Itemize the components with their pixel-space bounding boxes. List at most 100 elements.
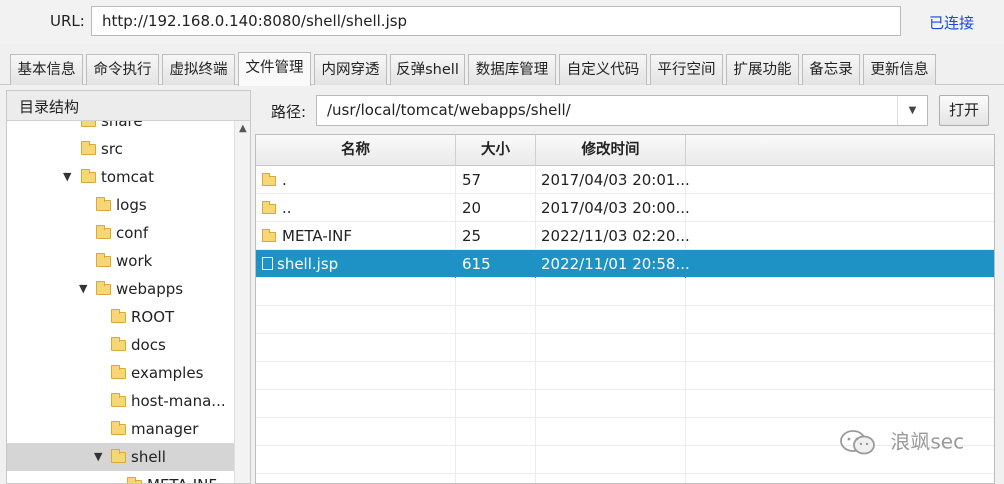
empty-cell [536,362,686,390]
watermark-text: 浪飒sec [890,429,965,454]
empty-cell [456,474,536,483]
empty-row [256,390,994,418]
tree-item-label: webapps [116,280,184,298]
folder-icon [81,169,96,183]
empty-cell [456,418,536,446]
folder-icon [111,421,126,435]
tree-item-meta-inf[interactable]: META-INF [7,471,234,483]
file-name-cell: shell.jsp [256,250,456,278]
tree-scrollbar[interactable]: ▲ [234,121,250,483]
tab-basic-info[interactable]: 基本信息 [10,54,83,85]
url-bar: URL: http://192.168.0.140:8080/shell/she… [0,0,1004,44]
folder-icon [111,337,126,351]
file-mtime: 2022/11/01 20:58... [536,250,690,278]
blank-cell [686,250,994,278]
table-row[interactable]: META-INF 25 2022/11/03 02:20... [256,222,994,250]
connection-status[interactable]: 已连接 [929,12,974,33]
empty-cell [536,278,686,306]
directory-tree: share src ▼ tomcat logs conf work ▼ weba… [7,121,234,483]
empty-cell [536,334,686,362]
table-row[interactable]: . 57 2017/04/03 20:01... [256,166,994,194]
tab-virtual-terminal[interactable]: 虚拟终端 [162,54,235,85]
tab-update-info[interactable]: 更新信息 [863,54,936,85]
tree-item-label: host-mana... [131,392,226,410]
folder-icon [96,197,111,211]
empty-cell [536,446,686,474]
tab-command-exec[interactable]: 命令执行 [86,54,159,85]
file-name: META-INF [282,227,353,245]
folder-icon [111,365,126,379]
column-header-name[interactable]: 名称 [256,135,456,166]
column-header-size[interactable]: 大小 [456,135,536,166]
watermark: 浪飒sec [838,425,964,455]
empty-cell [456,390,536,418]
folder-icon [111,309,126,323]
table-row-selected[interactable]: shell.jsp 615 2022/11/01 20:58... [256,250,994,278]
blank-cell [686,166,994,194]
collapse-toggle-icon[interactable]: ▼ [94,443,106,471]
tree-item-docs[interactable]: docs [7,331,234,359]
column-header-mtime[interactable]: 修改时间 [536,135,686,166]
path-combobox[interactable]: /usr/local/tomcat/webapps/shell/ ▼ [316,95,928,126]
tree-item-work[interactable]: work [7,247,234,275]
tree-item-logs[interactable]: logs [7,191,234,219]
file-icon [262,257,273,270]
empty-cell [256,362,456,390]
tab-memo[interactable]: 备忘录 [802,54,860,85]
tab-file-manager[interactable]: 文件管理 [238,52,311,86]
empty-cell [256,278,456,306]
blank-cell [686,194,994,222]
tab-intranet-tunnel[interactable]: 内网穿透 [314,54,387,85]
folder-icon [262,201,276,214]
path-label: 路径: [271,103,307,121]
dropdown-arrow-icon[interactable]: ▼ [897,96,927,125]
file-name: . [282,171,287,189]
folder-icon [81,121,96,127]
folder-icon [111,449,126,463]
path-value[interactable]: /usr/local/tomcat/webapps/shell/ [327,101,571,119]
empty-cell [536,474,686,483]
file-size: 615 [456,250,536,278]
tree-item-share[interactable]: share [7,121,234,135]
tab-reverse-shell[interactable]: 反弹shell [390,54,465,85]
tree-item-label: work [116,252,153,270]
empty-row [256,306,994,334]
tab-parallel-space[interactable]: 平行空间 [650,54,723,85]
folder-icon [111,393,126,407]
tree-item-shell[interactable]: ▼ shell [7,443,234,471]
tree-item-tomcat[interactable]: ▼ tomcat [7,163,234,191]
empty-cell [256,418,456,446]
scroll-up-icon[interactable]: ▲ [239,123,247,134]
empty-cell [536,306,686,334]
tree-header: 目录结构 [7,91,250,121]
url-input[interactable]: http://192.168.0.140:8080/shell/shell.js… [91,6,901,36]
tab-database-manager[interactable]: 数据库管理 [468,54,556,85]
empty-cell [456,446,536,474]
table-row[interactable]: .. 20 2017/04/03 20:00... [256,194,994,222]
tree-item-manager[interactable]: manager [7,415,234,443]
collapse-toggle-icon[interactable]: ▼ [79,275,91,303]
file-name-cell: .. [256,194,456,222]
empty-cell [536,390,686,418]
empty-cell [456,278,536,306]
open-button[interactable]: 打开 [939,95,989,126]
url-label: URL: [50,12,85,30]
tab-custom-code[interactable]: 自定义代码 [559,54,647,85]
tree-item-conf[interactable]: conf [7,219,234,247]
tree-item-host-manager[interactable]: host-mana... [7,387,234,415]
empty-cell [256,474,456,483]
file-size: 25 [456,222,536,250]
tree-item-label: logs [116,196,147,214]
file-name-cell: META-INF [256,222,456,250]
tree-item-webapps[interactable]: ▼ webapps [7,275,234,303]
folder-icon [262,229,276,242]
empty-row [256,278,994,306]
collapse-toggle-icon[interactable]: ▼ [63,163,75,191]
folder-icon [127,477,142,483]
tree-item-examples[interactable]: examples [7,359,234,387]
tree-item-src[interactable]: src [7,135,234,163]
tree-item-root[interactable]: ROOT [7,303,234,331]
tab-extensions[interactable]: 扩展功能 [726,54,799,85]
empty-row [256,474,994,483]
tree-item-label: conf [116,224,149,242]
